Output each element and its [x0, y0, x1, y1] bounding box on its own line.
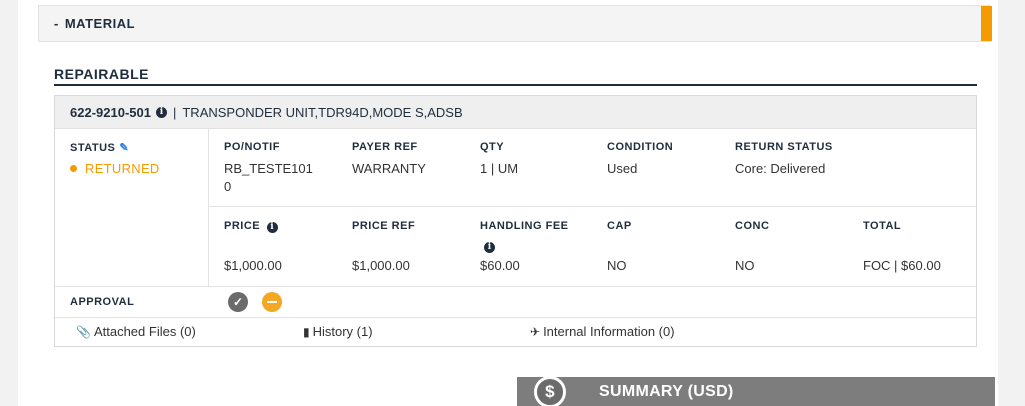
qty-value: 1 | UM [480, 161, 519, 176]
total-value: FOC | $60.00 [863, 258, 941, 273]
status-label: STATUS [70, 142, 116, 154]
po-notif-value-line1: RB_TESTE101 [224, 161, 313, 176]
repairable-card: 622-9210-501 i | TRANSPONDER UNIT,TDR94D… [54, 95, 977, 347]
conc-value: NO [735, 258, 755, 273]
minus-circle-icon[interactable] [262, 292, 282, 312]
approval-actions: ✓ [228, 292, 282, 312]
paperclip-icon: 📎 [76, 325, 91, 339]
summary-title: SUMMARY (USD) [599, 382, 734, 400]
return-status-label: RETURN STATUS [735, 141, 833, 153]
book-icon: ▮ [303, 325, 310, 339]
material-panel: - MATERIAL REPAIRABLE 622-9210-501 i | T… [18, 0, 998, 406]
pencil-icon[interactable]: ✎ [119, 142, 129, 154]
history-label: History (1) [312, 324, 373, 339]
attached-files-link[interactable]: 📎 Attached Files (0) [76, 324, 196, 339]
status-value: RETURNED [85, 161, 160, 176]
internal-info-link[interactable]: ✈ Internal Information (0) [530, 324, 675, 339]
attached-files-label: Attached Files (0) [93, 324, 196, 339]
qty-label: QTY [480, 141, 505, 153]
check-circle-icon[interactable]: ✓ [228, 292, 248, 312]
approval-label: APPROVAL [70, 296, 135, 308]
cap-value: NO [607, 258, 627, 273]
status-label-row: STATUS ✎ [70, 141, 129, 154]
handling-fee-info-icon[interactable]: i [484, 242, 495, 253]
total-label: TOTAL [863, 220, 902, 232]
price-ref-label: PRICE REF [352, 220, 416, 232]
accent-tab [981, 6, 992, 41]
handling-fee-label: HANDLING FEE [480, 220, 569, 232]
price-ref-value: $1,000.00 [352, 258, 410, 273]
material-title: MATERIAL [64, 16, 136, 31]
info-icon[interactable]: i [155, 106, 167, 118]
dollar-icon: $ [534, 376, 566, 406]
part-number: 622-9210-501 [70, 104, 151, 120]
po-notif-label: PO/NOTIF [224, 141, 280, 153]
price-label: PRICE [224, 220, 261, 232]
po-notif-value-line2: 0 [224, 179, 232, 194]
history-link[interactable]: ▮ History (1) [303, 324, 373, 339]
internal-info-label: Internal Information (0) [543, 324, 675, 339]
collapse-toggle[interactable]: - [54, 16, 59, 31]
return-status-value: Core: Delivered [735, 161, 826, 176]
po-notif-value: RB_TESTE101 0 [224, 160, 313, 196]
conc-label: CONC [735, 220, 770, 232]
payer-ref-label: PAYER REF [352, 141, 418, 153]
status-value-row: RETURNED [70, 160, 160, 178]
details-divider [209, 206, 976, 207]
approval-divider-top [55, 286, 976, 287]
summary-bar[interactable]: $ SUMMARY (USD) [517, 376, 995, 406]
section-title: REPAIRABLE [54, 66, 977, 86]
status-dot-icon [70, 165, 77, 173]
handling-fee-value: $60.00 [480, 258, 520, 273]
approval-divider-bottom [55, 317, 976, 318]
price-info-icon[interactable]: i [266, 222, 278, 233]
price-value: $1,000.00 [224, 258, 282, 273]
part-header: 622-9210-501 i | TRANSPONDER UNIT,TDR94D… [55, 96, 976, 129]
cap-label: CAP [607, 220, 632, 232]
plane-icon: ✈ [530, 325, 541, 339]
part-separator: | [172, 104, 177, 120]
part-description: TRANSPONDER UNIT,TDR94D,MODE S,ADSB [182, 104, 463, 120]
price-label-row: PRICE i [224, 220, 278, 233]
material-header[interactable]: - MATERIAL [38, 5, 991, 42]
payer-ref-value: WARRANTY [352, 161, 426, 176]
condition-label: CONDITION [607, 141, 674, 153]
condition-value: Used [607, 161, 638, 176]
status-column: STATUS ✎ RETURNED [55, 129, 209, 286]
